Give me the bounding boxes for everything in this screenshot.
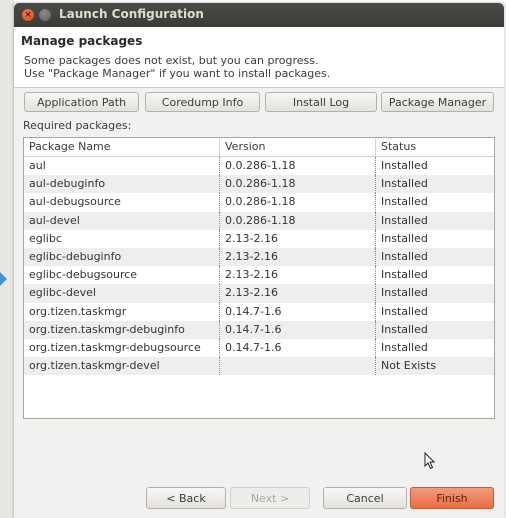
package-name-cell: aul-devel <box>24 211 220 230</box>
version-cell: 0.0.286-1.18 <box>220 211 376 230</box>
column-header-version[interactable]: Version <box>220 138 376 156</box>
table-row[interactable]: org.tizen.taskmgr-debuginfo 0.14.7-1.6 Ins… <box>24 320 494 339</box>
expand-arrow-icon <box>0 272 7 286</box>
package-name-cell: aul-debugsource <box>24 193 220 212</box>
coredump-info-button[interactable]: Coredump Info <box>145 92 260 112</box>
status-cell: Not Exists <box>381 359 437 373</box>
page-title: Manage packages <box>21 34 143 48</box>
status-cell: Installed <box>381 268 428 282</box>
version-cell: 0.14.7-1.6 <box>220 338 376 358</box>
table-row[interactable]: eglibc-debugsource 2.13-2.16 Installed <box>24 266 494 285</box>
table-row[interactable]: aul-debuginfo 0.0.286-1.18 Installed <box>24 175 494 194</box>
version-cell: 0.14.7-1.6 <box>220 320 376 339</box>
version-cell <box>220 357 376 376</box>
package-name-cell: eglibc-debuginfo <box>24 247 220 267</box>
minimize-icon[interactable] <box>39 9 51 21</box>
table-row[interactable]: eglibc-devel 2.13-2.16 Installed <box>24 284 494 303</box>
status-cell: Installed <box>381 304 428 318</box>
mouse-pointer-icon <box>424 452 436 470</box>
header-message-line2: Use "Package Manager" if you want to ins… <box>24 67 331 80</box>
package-name-cell: org.tizen.taskmgr-debuginfo <box>24 320 220 339</box>
table-row[interactable]: aul-devel 0.0.286-1.18 Installed <box>24 211 494 230</box>
package-name-cell: org.tizen.taskmgr-devel <box>24 357 220 376</box>
table-row[interactable]: aul 0.0.286-1.18 Installed <box>24 157 494 176</box>
packages-table[interactable]: Package Name Version Status aul 0.0.286-1… <box>23 137 495 419</box>
package-manager-button[interactable]: Package Manager <box>381 92 494 112</box>
package-name-cell: eglibc-debugsource <box>24 266 220 285</box>
version-cell: 2.13-2.16 <box>220 229 376 248</box>
status-cell: Installed <box>381 213 428 227</box>
background-window-edge <box>0 0 14 518</box>
status-cell: Installed <box>381 159 428 172</box>
status-cell: Installed <box>381 286 428 300</box>
table-row[interactable]: org.tizen.taskmgr 0.14.7-1.6 Installed <box>24 302 494 321</box>
table-row[interactable]: org.tizen.taskmgr-devel Not Exists <box>24 357 494 376</box>
version-cell: 0.0.286-1.18 <box>220 157 376 176</box>
window-title: Launch Configuration <box>59 7 204 21</box>
version-cell: 0.0.286-1.18 <box>220 175 376 194</box>
status-cell: Installed <box>381 249 428 263</box>
table-row[interactable]: aul-debugsource 0.0.286-1.18 Installed <box>24 193 494 212</box>
status-cell: Installed <box>381 231 428 245</box>
back-button[interactable]: < Back <box>146 487 226 509</box>
install-log-button[interactable]: Install Log <box>265 92 377 112</box>
status-cell: Installed <box>381 340 428 354</box>
table-body: aul 0.0.286-1.18 Installed aul-debuginfo 0.… <box>24 157 494 376</box>
close-icon[interactable]: × <box>22 9 34 21</box>
package-name-cell: eglibc-devel <box>24 284 220 303</box>
dialog-header: Manage packages Some packages does not e… <box>14 27 504 88</box>
header-message-line1: Some packages does not exist, but you ca… <box>24 54 319 67</box>
version-cell: 0.14.7-1.6 <box>220 302 376 321</box>
package-name-cell: aul <box>24 157 220 176</box>
package-name-cell: aul-debuginfo <box>24 175 220 194</box>
required-packages-label: Required packages: <box>23 119 132 132</box>
version-cell: 2.13-2.16 <box>220 247 376 267</box>
status-cell: Installed <box>381 322 428 336</box>
package-name-cell: eglibc <box>24 229 220 248</box>
next-button[interactable]: Next > <box>230 487 310 509</box>
status-cell: Installed <box>381 177 428 191</box>
application-path-button[interactable]: Application Path <box>24 92 139 112</box>
status-cell: Installed <box>381 195 428 209</box>
table-header: Package Name Version Status <box>24 138 494 157</box>
version-cell: 0.0.286-1.18 <box>220 193 376 212</box>
header-message: Some packages does not exist, but you ca… <box>24 54 330 80</box>
column-header-status[interactable]: Status <box>376 138 494 156</box>
title-bar: × Launch Configuration <box>14 3 504 27</box>
table-row[interactable]: eglibc 2.13-2.16 Installed <box>24 229 494 248</box>
finish-button[interactable]: Finish <box>410 487 494 509</box>
table-row[interactable]: org.tizen.taskmgr-debugsource 0.14.7-1.6 I… <box>24 338 494 358</box>
column-header-package-name[interactable]: Package Name <box>24 138 220 156</box>
package-name-cell: org.tizen.taskmgr-debugsource <box>24 338 220 358</box>
cancel-button[interactable]: Cancel <box>323 487 407 509</box>
table-row[interactable]: eglibc-debuginfo 2.13-2.16 Installed <box>24 247 494 267</box>
launch-configuration-dialog: × Launch Configuration Manage packages S… <box>14 3 504 518</box>
version-cell: 2.13-2.16 <box>220 284 376 303</box>
package-name-cell: org.tizen.taskmgr <box>24 302 220 321</box>
version-cell: 2.13-2.16 <box>220 266 376 285</box>
